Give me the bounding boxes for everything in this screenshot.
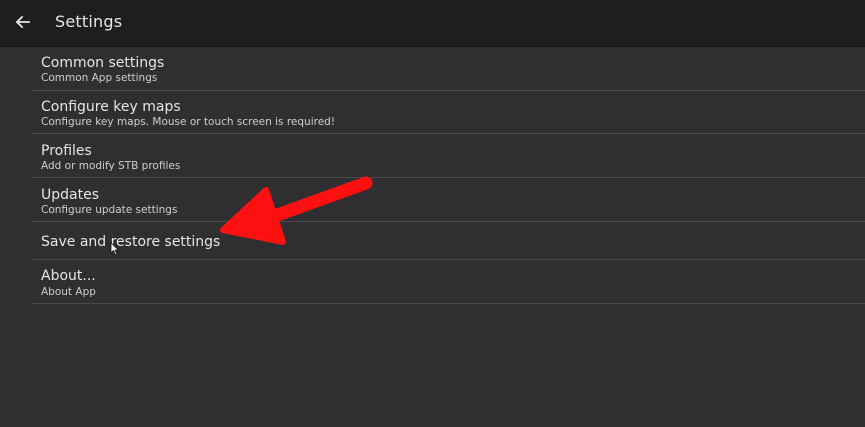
- settings-item-subtitle: About App: [41, 286, 96, 298]
- settings-item-title: Configure key maps: [41, 99, 181, 115]
- settings-item-common[interactable]: Common settings Common App settings: [31, 47, 865, 91]
- settings-item-title: Save and restore settings: [41, 234, 221, 250]
- settings-item-save-restore[interactable]: Save and restore settings: [31, 222, 865, 260]
- settings-item-about[interactable]: About... About App: [31, 260, 865, 304]
- settings-list: Common settings Common App settings Conf…: [31, 47, 865, 304]
- settings-item-profiles[interactable]: Profiles Add or modify STB profiles: [31, 134, 865, 178]
- settings-item-updates[interactable]: Updates Configure update settings: [31, 178, 865, 222]
- settings-item-subtitle: Common App settings: [41, 72, 158, 84]
- back-button[interactable]: [10, 9, 36, 35]
- settings-item-title: Updates: [41, 187, 99, 203]
- settings-item-title: Common settings: [41, 55, 165, 71]
- settings-item-subtitle: Configure key maps. Mouse or touch scree…: [41, 116, 336, 128]
- settings-item-title: Profiles: [41, 143, 92, 159]
- app-bar: Settings: [0, 0, 865, 47]
- settings-item-title: About...: [41, 268, 96, 284]
- arrow-left-icon: [15, 15, 30, 29]
- settings-screen: Settings Common settings Common App sett…: [0, 0, 865, 427]
- page-title: Settings: [55, 12, 123, 31]
- settings-item-subtitle: Add or modify STB profiles: [41, 160, 181, 172]
- mouse-pointer-icon: [110, 242, 119, 256]
- settings-item-key-maps[interactable]: Configure key maps Configure key maps. M…: [31, 91, 865, 134]
- settings-item-subtitle: Configure update settings: [41, 204, 178, 216]
